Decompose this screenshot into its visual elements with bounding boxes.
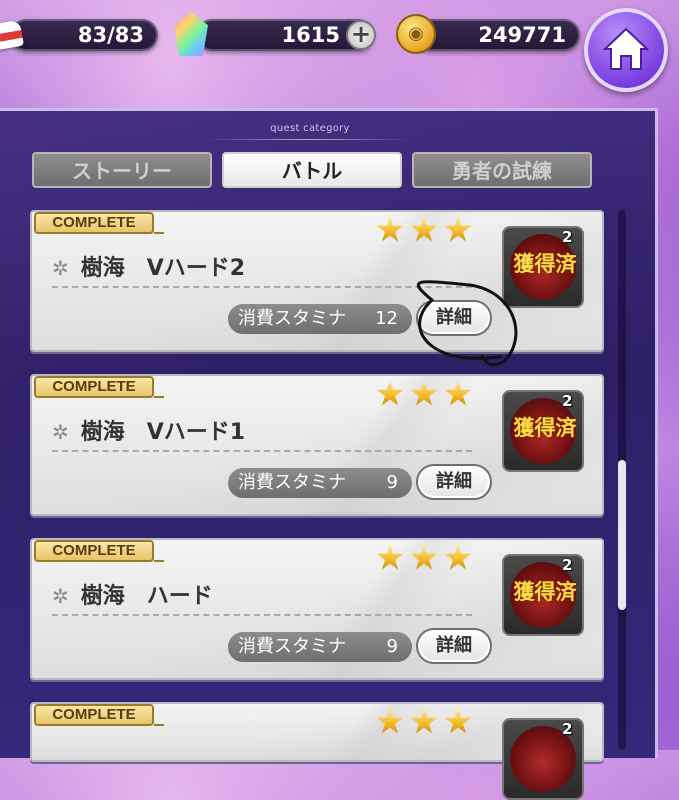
stamina-counter: 83/83 (10, 19, 158, 51)
quest-title-text: 樹海 ハード (80, 584, 213, 609)
detail-button[interactable]: 詳細 (416, 464, 492, 500)
reward-count: 2 (562, 392, 573, 410)
coin-icon: ◉ (396, 14, 436, 54)
star-rating (376, 216, 476, 246)
plus-icon[interactable]: + (346, 20, 376, 50)
snowflake-icon: ✲ (52, 584, 69, 608)
quest-card[interactable]: COMPLETE 2 (30, 702, 604, 800)
star-rating (376, 544, 476, 574)
gem-icon (174, 12, 208, 56)
tab-battle[interactable]: バトル (222, 152, 402, 188)
star-icon (444, 544, 472, 570)
detail-button[interactable]: 詳細 (416, 300, 492, 336)
reward-icon: 2 獲得済 (502, 390, 584, 472)
coin-counter: 249771 (412, 19, 580, 51)
reward-icon: 2 獲得済 (502, 554, 584, 636)
snowflake-icon: ✲ (52, 256, 69, 280)
stamina-value: 83/83 (77, 23, 144, 47)
star-icon (444, 216, 472, 242)
stamina-cost-value: 9 (386, 636, 398, 657)
tab-trial[interactable]: 勇者の試練 (412, 152, 592, 188)
stamina-cost: 消費スタミナ 9 (228, 468, 412, 498)
dashed-divider (52, 614, 472, 616)
reward-icon: 2 獲得済 (502, 226, 584, 308)
star-icon (410, 544, 438, 570)
stamina-cost-value: 12 (375, 308, 398, 329)
scrollbar-thumb[interactable] (618, 460, 626, 610)
stamina-cost-label: 消費スタミナ (238, 636, 346, 657)
reward-count: 2 (562, 720, 573, 738)
reward-label: 獲得済 (513, 416, 577, 440)
star-icon (410, 216, 438, 242)
quest-title: ✲ 樹海 ハード (52, 578, 213, 610)
section-label: quest category (270, 123, 350, 134)
complete-badge: COMPLETE (34, 540, 154, 562)
badge-underline (154, 232, 164, 234)
complete-badge: COMPLETE (34, 704, 154, 726)
reward-icon: 2 (502, 718, 584, 800)
quest-card[interactable]: COMPLETE ✲ 樹海 Vハード1 消費スタミナ 9 詳細 2 獲得済 (30, 374, 604, 516)
star-icon (410, 380, 438, 406)
badge-underline (154, 724, 164, 726)
reward-label: 獲得済 (513, 580, 577, 604)
stamina-cost-label: 消費スタミナ (238, 472, 346, 493)
reward-count: 2 (562, 228, 573, 246)
gem-value: 1615 (281, 23, 340, 47)
star-icon (444, 708, 472, 734)
star-icon (444, 380, 472, 406)
complete-badge: COMPLETE (34, 212, 154, 234)
reward-label: 獲得済 (513, 252, 577, 276)
home-button[interactable] (584, 8, 668, 92)
star-icon (376, 380, 404, 406)
stamina-cost: 消費スタミナ 12 (228, 304, 412, 334)
quest-title-text: 樹海 Vハード2 (80, 256, 246, 281)
reward-count: 2 (562, 556, 573, 574)
stamina-cost-value: 9 (386, 472, 398, 493)
complete-badge: COMPLETE (34, 376, 154, 398)
quest-title: ✲ 樹海 Vハード1 (52, 414, 245, 446)
star-icon (376, 708, 404, 734)
star-icon (376, 544, 404, 570)
snowflake-icon: ✲ (52, 420, 69, 444)
quest-card[interactable]: COMPLETE ✲ 樹海 ハード 消費スタミナ 9 詳細 2 獲得済 (30, 538, 604, 680)
stamina-cost: 消費スタミナ 9 (228, 632, 412, 662)
badge-underline (154, 396, 164, 398)
detail-button[interactable]: 詳細 (416, 628, 492, 664)
star-icon (376, 216, 404, 242)
star-rating (376, 708, 476, 738)
quest-card[interactable]: COMPLETE ✲ 樹海 Vハード2 消費スタミナ 12 詳細 2 獲得済 (30, 210, 604, 352)
quest-title-text: 樹海 Vハード1 (80, 420, 246, 445)
tab-story[interactable]: ストーリー (32, 152, 212, 188)
badge-underline (154, 560, 164, 562)
stamina-cost-label: 消費スタミナ (238, 308, 346, 329)
quest-title: ✲ 樹海 Vハード2 (52, 250, 245, 282)
dashed-divider (52, 450, 472, 452)
home-icon (602, 27, 650, 70)
star-icon (410, 708, 438, 734)
star-rating (376, 380, 476, 410)
dashed-divider (52, 286, 472, 288)
divider (204, 139, 414, 140)
coin-value: 249771 (478, 23, 566, 47)
